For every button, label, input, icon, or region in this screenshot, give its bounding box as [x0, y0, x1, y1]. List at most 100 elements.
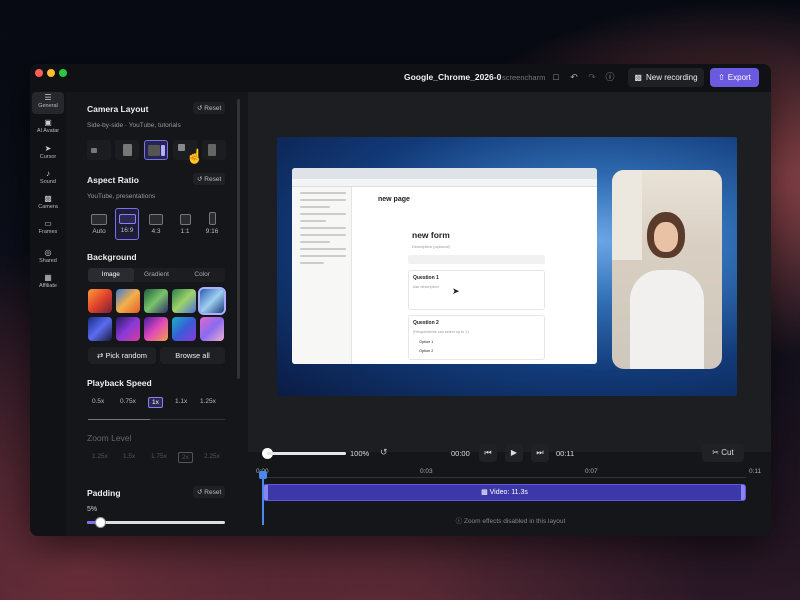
app-name: screencharm — [502, 73, 546, 82]
file-title[interactable]: Google_Chrome_2026-0 — [404, 72, 502, 82]
sidebar-item-cursor[interactable]: ➤ Cursor — [32, 143, 64, 165]
maximize-window-button[interactable] — [59, 69, 67, 77]
speed-option[interactable]: 0.75x — [120, 398, 136, 405]
speed-option[interactable]: 0.5x — [92, 398, 104, 405]
preview-browser-recording: new page new form Description (optional)… — [292, 168, 597, 364]
aspect-shape — [179, 214, 191, 225]
webcam-face — [654, 222, 678, 252]
redo-icon[interactable]: ↷ — [586, 71, 598, 83]
play-button[interactable]: ▶ — [505, 444, 523, 462]
panel-scrollbar[interactable] — [237, 99, 240, 379]
padding-reset-button[interactable]: ↺ Reset — [193, 486, 226, 498]
timeline-note: ⓘ Zoom effects disabled in this layout — [250, 515, 771, 525]
new-recording-button[interactable]: ▩ New recording — [628, 68, 704, 87]
preview-question-hint: Ask description — [413, 285, 439, 289]
playhead-handle[interactable] — [259, 471, 267, 479]
close-window-button[interactable] — [35, 69, 43, 77]
help-icon[interactable]: ⓘ — [604, 71, 616, 83]
aspect-option-4-3[interactable]: 4:3 — [144, 214, 168, 235]
pick-random-label: Pick random — [105, 351, 148, 360]
aspect-option-9-16[interactable]: 9:16 — [200, 212, 224, 235]
aspect-shape — [149, 214, 163, 225]
skip-back-button[interactable]: ⏮ — [479, 444, 497, 462]
preview-question-card: Question 1 Ask description — [408, 270, 545, 310]
minimize-window-button[interactable] — [47, 69, 55, 77]
video-track[interactable]: ▩ Video: 11.3s — [263, 484, 746, 501]
background-thumbnail[interactable] — [116, 317, 140, 341]
folder-icon[interactable]: □ — [550, 71, 562, 83]
preview-question-card: Question 2 (Respondents can select up to… — [408, 315, 545, 360]
layout-option-overlay[interactable] — [87, 140, 111, 160]
track-label: Video: 11.3s — [489, 489, 528, 496]
aspect-label: 4:3 — [151, 228, 161, 235]
cut-button[interactable]: ✂ Cut — [702, 444, 744, 462]
end-time: 00:11 — [556, 449, 575, 458]
zoom-option: 1.75x — [151, 453, 167, 460]
camera-layout-reset-button[interactable]: ↺ Reset — [193, 102, 226, 114]
aspect-ratio-reset-button[interactable]: ↺ Reset — [193, 173, 226, 185]
background-thumbnail[interactable] — [172, 289, 196, 313]
sidebar-item-frames[interactable]: ▭ Frames — [32, 218, 64, 240]
undo-icon[interactable]: ↶ — [568, 71, 580, 83]
layout-option-pip[interactable] — [115, 140, 139, 160]
webcam-sweater — [630, 270, 704, 369]
play-icon: ▶ — [510, 448, 518, 457]
preview-cursor-icon: ➤ — [452, 286, 460, 296]
gift-icon: ▦ — [44, 273, 52, 282]
zoom-option: 1.5x — [123, 453, 136, 460]
sidebar-item-affiliate[interactable]: ▦ Affiliate — [32, 272, 64, 294]
sidebar-item-ai-avatar[interactable]: ▣ AI Avatar — [32, 117, 64, 139]
padding-slider[interactable] — [87, 517, 225, 528]
tab-color[interactable]: Color — [179, 268, 225, 282]
sidebar-item-label: AI Avatar — [36, 128, 60, 134]
aspect-option-auto[interactable]: Auto — [87, 214, 111, 235]
background-thumbnail[interactable] — [172, 317, 196, 341]
preview-page-title: new page — [378, 196, 410, 203]
aspect-shape — [208, 212, 216, 225]
preview-info-banner — [408, 255, 545, 264]
tab-gradient[interactable]: Gradient — [134, 268, 180, 282]
background-thumbnail[interactable] — [88, 317, 112, 341]
reset-zoom-icon[interactable]: ↺ — [380, 447, 388, 458]
sidebar-item-camera[interactable]: ▩ Camera — [32, 193, 64, 215]
background-thumbnail-selected[interactable] — [198, 287, 226, 315]
sidebar-item-label: Shared — [39, 258, 57, 264]
robot-icon: ▣ — [44, 118, 52, 127]
volume-slider[interactable] — [262, 448, 346, 459]
cut-label: Cut — [721, 448, 734, 457]
tab-image[interactable]: Image — [88, 268, 134, 282]
video-camera-icon: ▩ — [634, 73, 642, 82]
current-time: 00:00 — [451, 449, 470, 458]
export-button[interactable]: ⇧ Export — [710, 68, 759, 87]
timeline-tick: 0:07 — [585, 468, 598, 475]
browser-address-bar — [292, 179, 597, 187]
zoom-option-selected: 2x — [178, 452, 193, 463]
aspect-option-1-1[interactable]: 1:1 — [173, 214, 197, 235]
camera-layout-subtitle: Side-by-side · YouTube, tutorials — [87, 122, 181, 129]
background-thumbnail[interactable] — [200, 317, 224, 341]
sidebar-item-shared[interactable]: ◎ Shared — [32, 247, 64, 269]
skip-back-icon: ⏮ — [484, 448, 492, 457]
speed-option[interactable]: 1.25x — [200, 398, 216, 405]
speed-option-selected[interactable]: 1x — [148, 397, 163, 408]
pick-random-button[interactable]: ⇄ Pick random — [88, 347, 156, 364]
playback-speed-title: Playback Speed — [87, 378, 152, 388]
padding-slider-handle[interactable] — [95, 517, 106, 528]
hand-cursor-icon: ☝ — [186, 148, 204, 164]
preview-question-label: Question 1 — [413, 275, 439, 281]
sidebar-item-sound[interactable]: ♪ Sound — [32, 168, 64, 190]
layout-option-side-by-side[interactable] — [144, 140, 168, 160]
timeline-note-text: Zoom effects disabled in this layout — [463, 518, 566, 525]
aspect-option-16-9[interactable]: 16:9 — [115, 208, 139, 240]
skip-forward-button[interactable]: ⏭ — [531, 444, 549, 462]
browse-all-button[interactable]: Browse all — [160, 347, 225, 364]
background-thumbnail[interactable] — [144, 289, 168, 313]
layout-option-camera-right[interactable] — [202, 140, 226, 160]
aspect-label: 16:9 — [120, 227, 134, 234]
background-thumbnail[interactable] — [144, 317, 168, 341]
background-thumbnail[interactable] — [116, 289, 140, 313]
speed-option[interactable]: 1.1x — [175, 398, 187, 405]
background-thumbnail[interactable] — [88, 289, 112, 313]
sidebar-item-general[interactable]: ☰ General — [32, 92, 64, 114]
preview-question-label: Question 2 — [413, 320, 439, 326]
